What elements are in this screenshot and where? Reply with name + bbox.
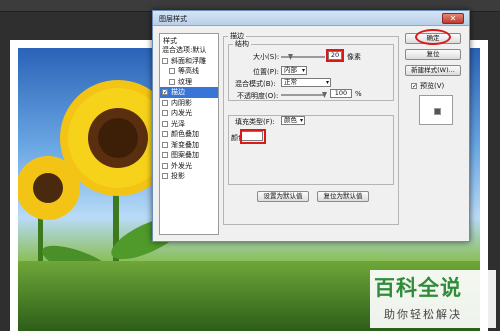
style-item-label: 颜色叠加	[171, 130, 199, 139]
preview-label: 预览(V)	[420, 82, 445, 90]
style-item-label: 描边	[171, 88, 185, 97]
style-item-label: 内阴影	[171, 98, 192, 107]
dialog-title: 图层样式	[159, 15, 187, 23]
stroke-panel: 描边 结构 大小(S): 20 像素 位置(P): 内部 混合模式(B): 正常…	[223, 31, 399, 229]
blend-mode-select[interactable]: 正常	[281, 78, 331, 87]
checkbox[interactable]	[162, 131, 168, 138]
style-item-label: 内发光	[171, 109, 192, 118]
checkbox[interactable]	[162, 173, 168, 180]
color-highlight-box	[240, 129, 266, 144]
style-item-label: 投影	[171, 172, 185, 181]
structure-title: 结构	[235, 40, 249, 48]
set-as-default-button[interactable]: 设置为默认值	[257, 191, 309, 202]
watermark: 百科全说 助你轻松解决	[370, 270, 496, 328]
position-select[interactable]: 内部	[281, 66, 307, 75]
style-item-drop-shadow[interactable]: 投影	[160, 171, 218, 182]
checkbox[interactable]	[169, 68, 175, 75]
checkbox[interactable]	[162, 120, 168, 127]
style-item-label: 图案叠加	[171, 151, 199, 160]
checkbox[interactable]	[162, 152, 168, 159]
checkbox[interactable]	[162, 99, 168, 106]
size-label: 大小(S):	[253, 53, 280, 61]
checkbox[interactable]	[169, 78, 175, 85]
fill-type-select[interactable]: 颜色	[281, 116, 305, 125]
style-item-outer-glow[interactable]: 外发光	[160, 161, 218, 172]
checkbox[interactable]	[162, 141, 168, 148]
style-item-label: 外发光	[171, 161, 192, 170]
watermark-title: 百科全说	[374, 276, 462, 300]
style-item-stroke[interactable]: 描边	[160, 87, 218, 98]
preview-checkbox[interactable]	[411, 83, 417, 89]
size-slider[interactable]	[281, 54, 325, 60]
style-item-label: 光泽	[171, 119, 185, 128]
opacity-label: 不透明度(O):	[237, 92, 279, 100]
checkbox[interactable]	[162, 89, 168, 96]
style-item-blending-options[interactable]: 混合选项:默认	[160, 45, 218, 56]
checkbox[interactable]	[162, 57, 168, 64]
dialog-titlebar[interactable]: 图层样式 ✕	[153, 11, 469, 26]
style-item-gradient-overlay[interactable]: 渐变叠加	[160, 140, 218, 151]
style-item-label: 斜面和浮雕	[171, 56, 206, 65]
style-list-header: 样式	[163, 37, 177, 45]
style-item-inner-shadow[interactable]: 内阴影	[160, 98, 218, 109]
style-list: 样式 混合选项:默认 斜面和浮雕 等高线 纹理 描边 内阴影 内发光	[159, 33, 219, 235]
style-item-pattern-overlay[interactable]: 图案叠加	[160, 150, 218, 161]
style-item-inner-glow[interactable]: 内发光	[160, 108, 218, 119]
style-item-color-overlay[interactable]: 颜色叠加	[160, 129, 218, 140]
close-button[interactable]: ✕	[442, 13, 464, 24]
style-item-satin[interactable]: 光泽	[160, 119, 218, 130]
size-highlight-box	[326, 49, 344, 62]
style-item-label: 渐变叠加	[171, 140, 199, 149]
checkbox[interactable]	[162, 162, 168, 169]
ok-highlight-circle	[415, 29, 451, 45]
style-item-label: 混合选项:默认	[162, 46, 207, 55]
watermark-subtitle: 助你轻松解决	[384, 308, 462, 321]
fill-type-label: 填充类型(F):	[235, 118, 275, 126]
new-style-button[interactable]: 新建样式(W)...	[405, 65, 461, 76]
style-item-label: 纹理	[178, 77, 192, 86]
opacity-slider[interactable]	[281, 92, 327, 98]
reset-button[interactable]: 复位	[405, 49, 461, 60]
position-label: 位置(P):	[253, 68, 280, 76]
reset-to-default-button[interactable]: 复位为默认值	[317, 191, 369, 202]
style-item-label: 等高线	[178, 67, 199, 76]
opacity-input[interactable]: 100	[330, 89, 352, 98]
layer-style-dialog: 图层样式 ✕ 样式 混合选项:默认 斜面和浮雕 等高线 纹理 描边 内阴影	[152, 10, 470, 242]
size-unit: 像素	[347, 53, 361, 61]
preview-toggle[interactable]: 预览(V)	[411, 81, 444, 91]
style-item-texture[interactable]: 纹理	[160, 77, 218, 88]
style-item-contour[interactable]: 等高线	[160, 66, 218, 77]
blend-mode-label: 混合模式(B):	[235, 80, 276, 88]
checkbox[interactable]	[162, 110, 168, 117]
opacity-unit: %	[355, 90, 362, 98]
style-preview-thumbnail	[419, 95, 453, 125]
style-item-bevel-emboss[interactable]: 斜面和浮雕	[160, 56, 218, 67]
